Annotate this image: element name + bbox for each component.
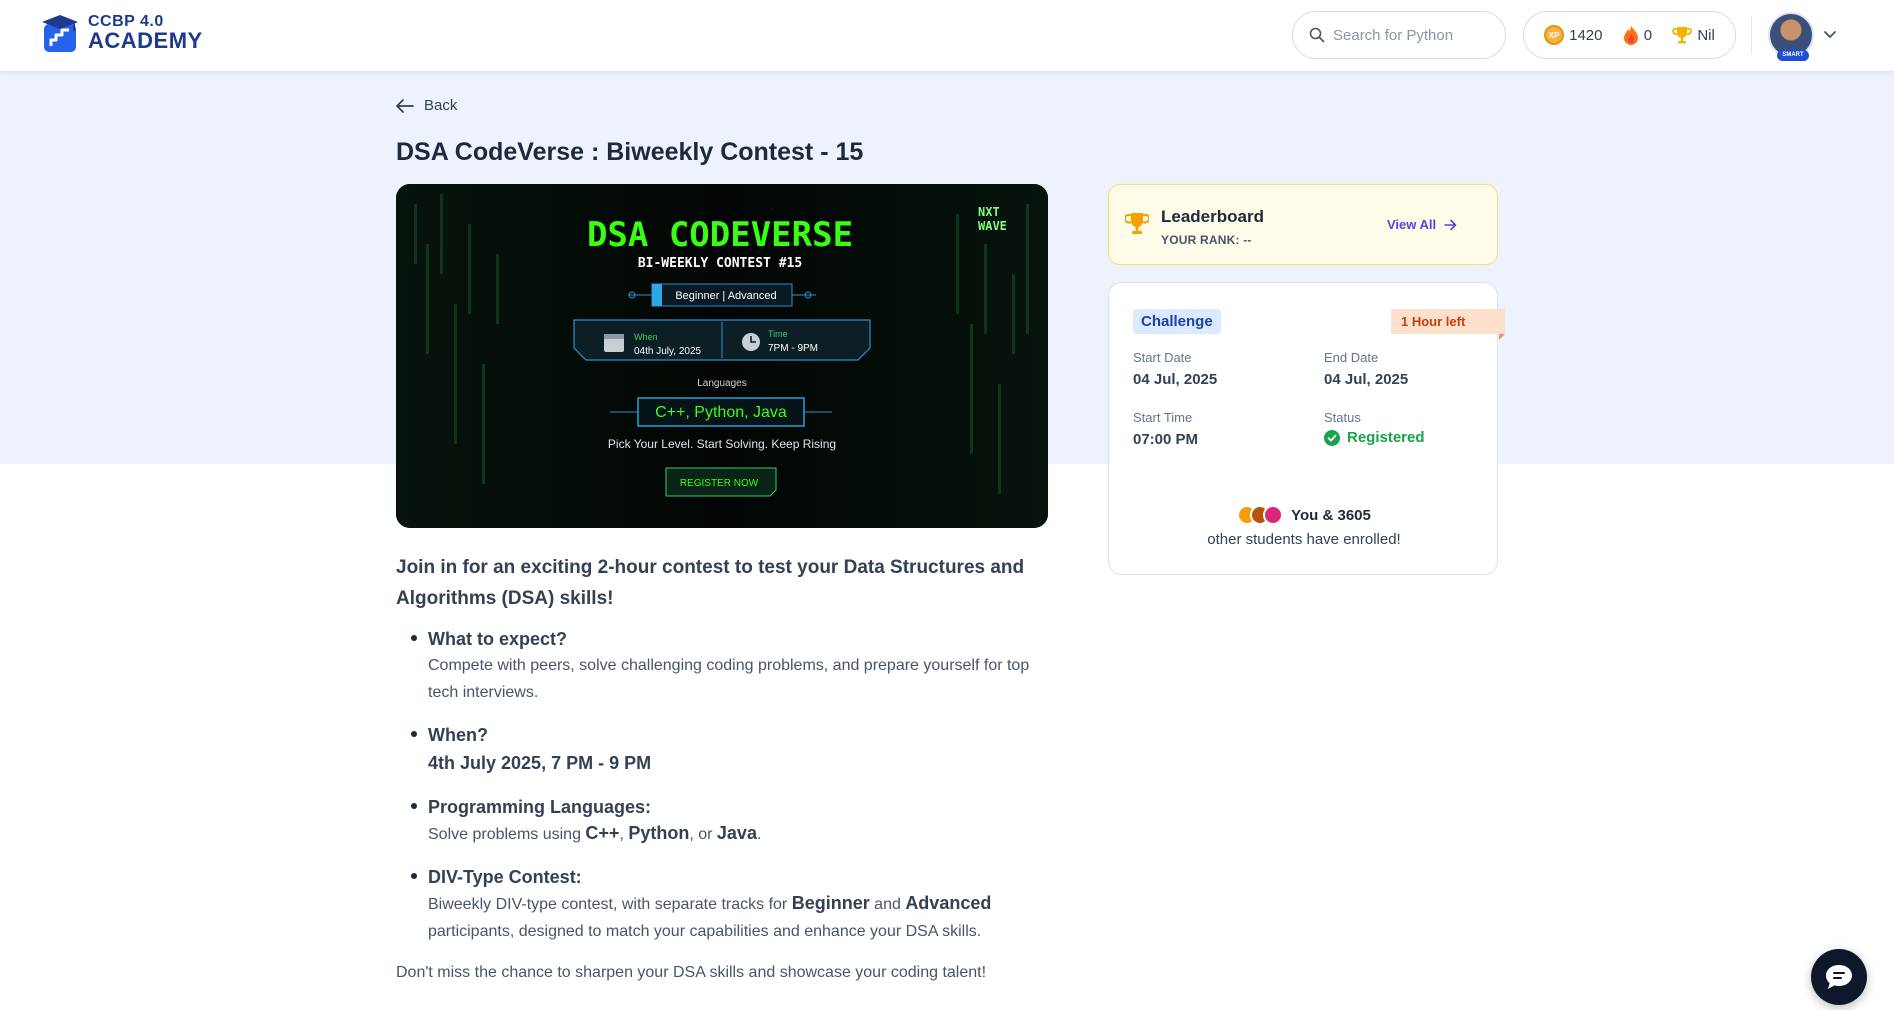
chat-button[interactable]: [1811, 949, 1867, 1005]
logo-name: ACADEMY: [88, 28, 203, 53]
academy-logo[interactable]: CCBP 4.0 ACADEMY: [40, 12, 203, 54]
challenge-chip: Challenge: [1133, 309, 1221, 334]
div-body: Biweekly DIV-type contest, with separate…: [428, 893, 992, 940]
streak-value: 0: [1643, 26, 1653, 44]
rank-value: Nil: [1697, 26, 1715, 44]
back-button[interactable]: Back: [396, 97, 457, 114]
list-item-div: DIV-Type Contest: Biweekly DIV-type cont…: [411, 864, 1056, 945]
enrolled-count: You & 3605: [1291, 506, 1371, 524]
banner-when-label: When: [634, 332, 658, 342]
time-left-badge: 1 Hour left: [1391, 309, 1505, 340]
track-beginner: Beginner: [791, 893, 870, 913]
banner-heading: DSA CODEVERSE: [587, 215, 853, 255]
list-item-languages: Programming Languages: Solve problems us…: [411, 794, 1056, 848]
end-date-value: 04 Jul, 2025: [1324, 371, 1409, 388]
start-time-value: 07:00 PM: [1133, 431, 1199, 448]
header-divider: [1751, 16, 1752, 54]
list-item-expect: What to expect? Compete with peers, solv…: [411, 626, 1056, 706]
back-label: Back: [424, 97, 458, 114]
view-all-label: View All: [1387, 217, 1437, 232]
details-list: What to expect? Compete with peers, solv…: [396, 626, 1056, 945]
list-item-when: When? 4th July 2025, 7 PM - 9 PM: [411, 722, 1056, 778]
user-stats[interactable]: XP 1420 0 Nil: [1523, 11, 1736, 59]
user-avatar[interactable]: SMART: [1768, 12, 1814, 61]
languages-heading: Programming Languages:: [428, 797, 652, 817]
banner-level: Beginner | Advanced: [675, 290, 776, 302]
xp-coin-icon: XP: [1544, 25, 1565, 45]
expect-heading: What to expect?: [428, 629, 568, 649]
closing-text: Don't miss the chance to sharpen your DS…: [396, 964, 987, 981]
top-header: CCBP 4.0 ACADEMY XP 1420 0: [0, 0, 1894, 72]
search-icon: [1309, 27, 1325, 43]
page-title: DSA CodeVerse : Biweekly Contest - 15: [396, 138, 864, 166]
challenge-card: Challenge 1 Hour left Start Date 04 Jul,…: [1108, 282, 1505, 575]
trophy-icon: [1125, 213, 1149, 234]
banner-languages-label: Languages: [697, 378, 747, 389]
leaderboard-title: Leaderboard: [1161, 207, 1264, 226]
banner-cta: REGISTER NOW: [680, 478, 759, 489]
student-avatars: [1237, 505, 1284, 525]
rank-stat[interactable]: Nil: [1672, 25, 1715, 45]
arrow-right-icon: [1444, 219, 1457, 230]
banner-subheading: BI-WEEKLY CONTEST #15: [638, 256, 802, 271]
chevron-down-icon[interactable]: [1822, 26, 1838, 42]
search-input[interactable]: [1333, 26, 1493, 44]
lang-java: Java: [716, 823, 757, 843]
chat-bubble-icon: [1826, 965, 1852, 989]
when-body: 4th July 2025, 7 PM - 9 PM: [428, 753, 652, 773]
leaderboard-card: Leaderboard YOUR RANK: -- View All: [1108, 184, 1498, 265]
track-advanced: Advanced: [905, 893, 992, 913]
enrolled-text: other students have enrolled!: [1207, 531, 1401, 548]
lang-python: Python: [628, 823, 690, 843]
start-date-value: 04 Jul, 2025: [1133, 371, 1218, 388]
contest-banner: NXT WAVE DSA CODEVERSE BI-WEEKLY CONTEST…: [396, 184, 1048, 528]
search-box[interactable]: [1292, 11, 1506, 59]
enrolled-summary: You & 3605 other students have enrolled!: [1109, 505, 1499, 548]
banner-brand-line2: WAVE: [978, 219, 1007, 233]
student-avatar: [1263, 505, 1284, 525]
banner-tagline: Pick Your Level. Start Solving. Keep Ris…: [608, 437, 836, 451]
xp-stat[interactable]: XP 1420: [1544, 25, 1603, 45]
flame-icon: [1623, 26, 1638, 45]
streak-stat[interactable]: 0: [1623, 25, 1652, 45]
banner-when-value: 04th July, 2025: [634, 346, 702, 357]
start-date-label: Start Date: [1133, 350, 1192, 365]
expect-body: Compete with peers, solve challenging co…: [428, 657, 1030, 701]
avatar-badge: SMART: [1777, 50, 1809, 61]
contest-description: Join in for an exciting 2-hour contest t…: [396, 552, 1056, 985]
check-circle-icon: [1324, 429, 1340, 446]
status-value: Registered: [1324, 429, 1425, 446]
languages-body: Solve problems using C++, Python, or Jav…: [428, 823, 762, 843]
trophy-icon: [1672, 27, 1693, 44]
view-all-link[interactable]: View All: [1387, 217, 1457, 232]
graduation-logo-icon: [42, 15, 78, 52]
lang-cpp: C++: [585, 823, 620, 843]
status-label: Status: [1324, 410, 1361, 425]
start-time-label: Start Time: [1133, 410, 1193, 425]
end-date-label: End Date: [1324, 350, 1379, 365]
intro-text: Join in for an exciting 2-hour contest t…: [396, 557, 1025, 609]
div-heading: DIV-Type Contest:: [428, 867, 582, 887]
arrow-left-icon: [396, 98, 414, 113]
banner-languages: C++, Python, Java: [655, 404, 787, 421]
banner-brand-line1: NXT: [978, 205, 1000, 219]
your-rank: YOUR RANK: --: [1161, 233, 1252, 247]
banner-time-value: 7PM - 9PM: [768, 343, 818, 354]
when-heading: When?: [428, 725, 488, 745]
status-text: Registered: [1347, 429, 1425, 446]
xp-value: 1420: [1569, 26, 1603, 44]
banner-time-label: Time: [768, 329, 788, 339]
